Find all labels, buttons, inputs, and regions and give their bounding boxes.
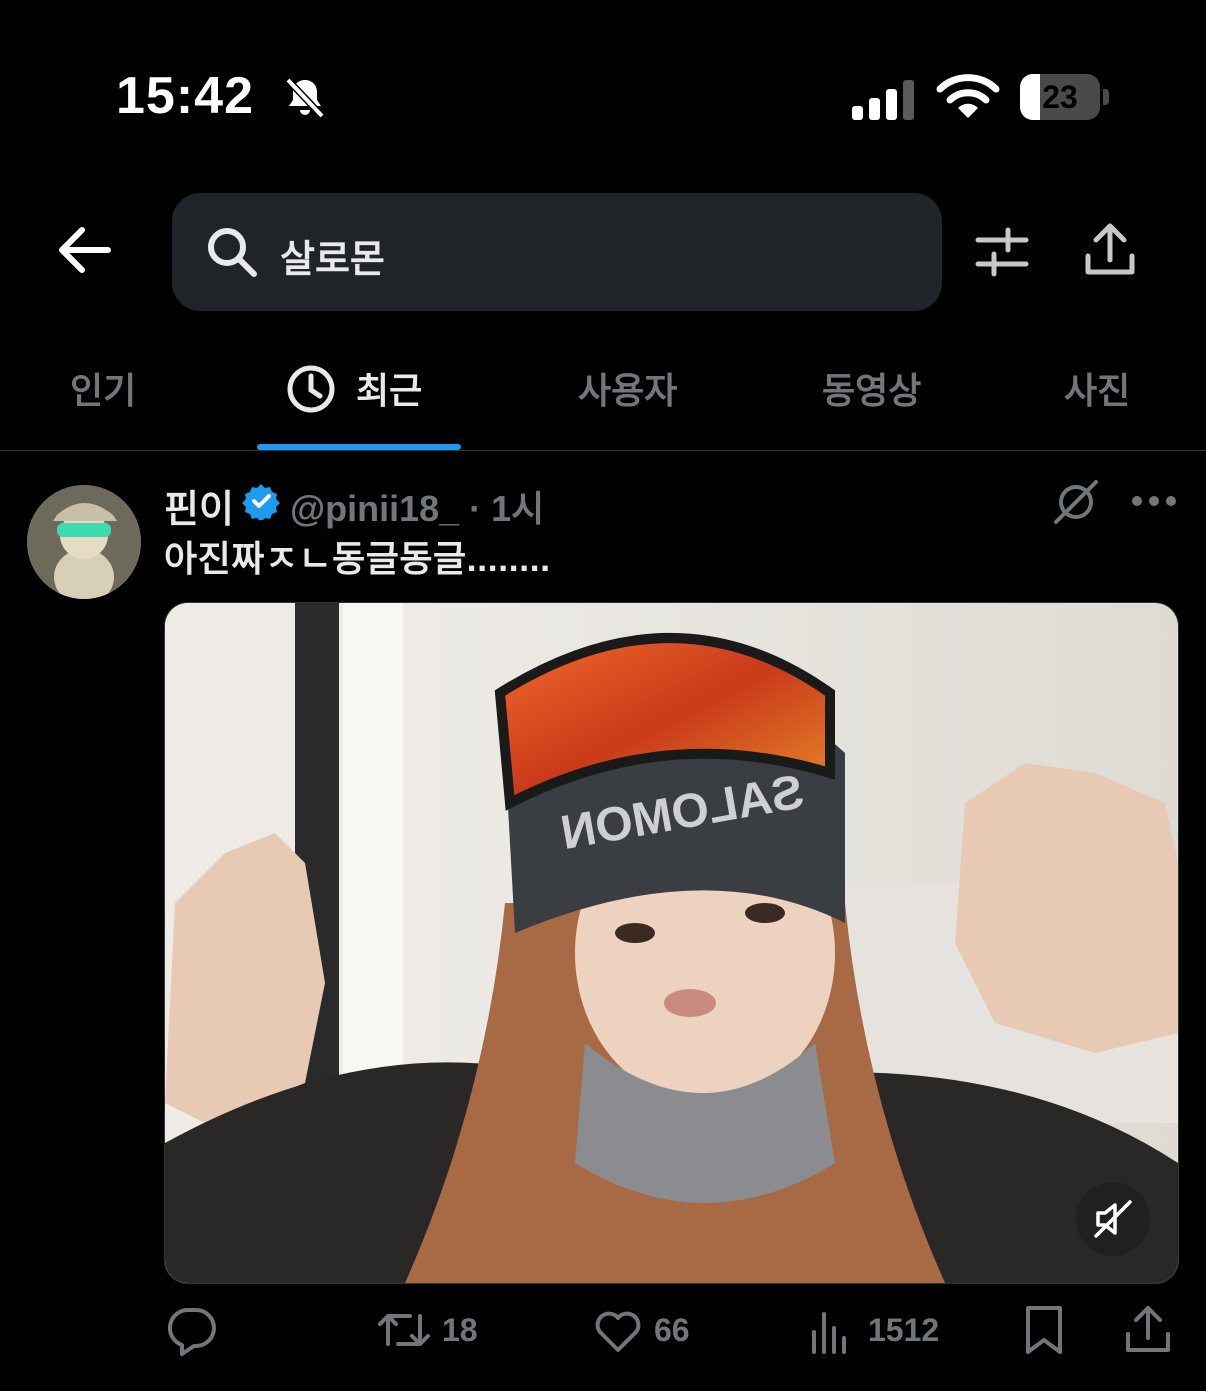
like-count: 66 <box>654 1311 690 1348</box>
tab-popular[interactable]: 인기 <box>70 362 136 414</box>
view-count: 1512 <box>868 1311 940 1348</box>
author-name[interactable]: 핀이 <box>164 478 234 533</box>
speaker-muted-icon <box>1094 1200 1132 1238</box>
share-tweet-button[interactable] <box>1124 1300 1172 1360</box>
views-button[interactable]: 1512 <box>806 1300 939 1360</box>
like-button[interactable]: 66 <box>592 1300 690 1360</box>
retweet-icon <box>378 1314 430 1346</box>
share-icon[interactable] <box>1082 222 1138 278</box>
author-handle-time[interactable]: @pinii18_ · 1시 <box>290 480 544 532</box>
bookmark-button[interactable] <box>1020 1300 1068 1360</box>
tweet-video[interactable]: SALOMON <box>164 602 1179 1284</box>
heart-icon <box>595 1311 641 1352</box>
status-time: 15:42 <box>116 67 254 125</box>
filter-icon[interactable] <box>974 226 1030 278</box>
retweet-button[interactable]: 18 <box>376 1300 478 1360</box>
reply-icon <box>167 1307 216 1356</box>
tab-recent-label: 최근 <box>356 370 423 411</box>
tweet-text: 아진짜ㅈㄴ동글동글........ <box>164 538 551 579</box>
clock-icon <box>287 365 335 413</box>
reply-button[interactable] <box>166 1300 228 1360</box>
views-icon <box>812 1312 846 1354</box>
more-options-icon[interactable] <box>1130 494 1178 508</box>
mute-toggle-button[interactable] <box>1076 1182 1150 1256</box>
wifi-icon <box>936 74 1000 118</box>
grok-icon[interactable] <box>1052 478 1100 526</box>
bookmark-icon <box>1026 1306 1062 1354</box>
search-icon <box>208 228 257 277</box>
signal-icon <box>852 80 914 120</box>
battery-level: 23 <box>1042 79 1078 115</box>
back-arrow-icon[interactable] <box>56 224 112 276</box>
avatar[interactable] <box>27 485 141 599</box>
tab-people[interactable]: 사용자 <box>578 362 677 414</box>
bell-slash-icon <box>285 77 325 119</box>
search-input[interactable]: 살로몬 <box>280 228 385 283</box>
share-icon <box>1126 1306 1170 1352</box>
divider <box>0 450 1206 451</box>
retweet-count: 18 <box>442 1311 478 1348</box>
battery-icon: 23 <box>1020 74 1110 120</box>
tab-photos[interactable]: 사진 <box>1064 362 1130 414</box>
verified-badge-icon <box>242 484 280 520</box>
tab-videos[interactable]: 동영상 <box>822 362 921 414</box>
tab-recent[interactable]: 최근 <box>286 362 422 414</box>
